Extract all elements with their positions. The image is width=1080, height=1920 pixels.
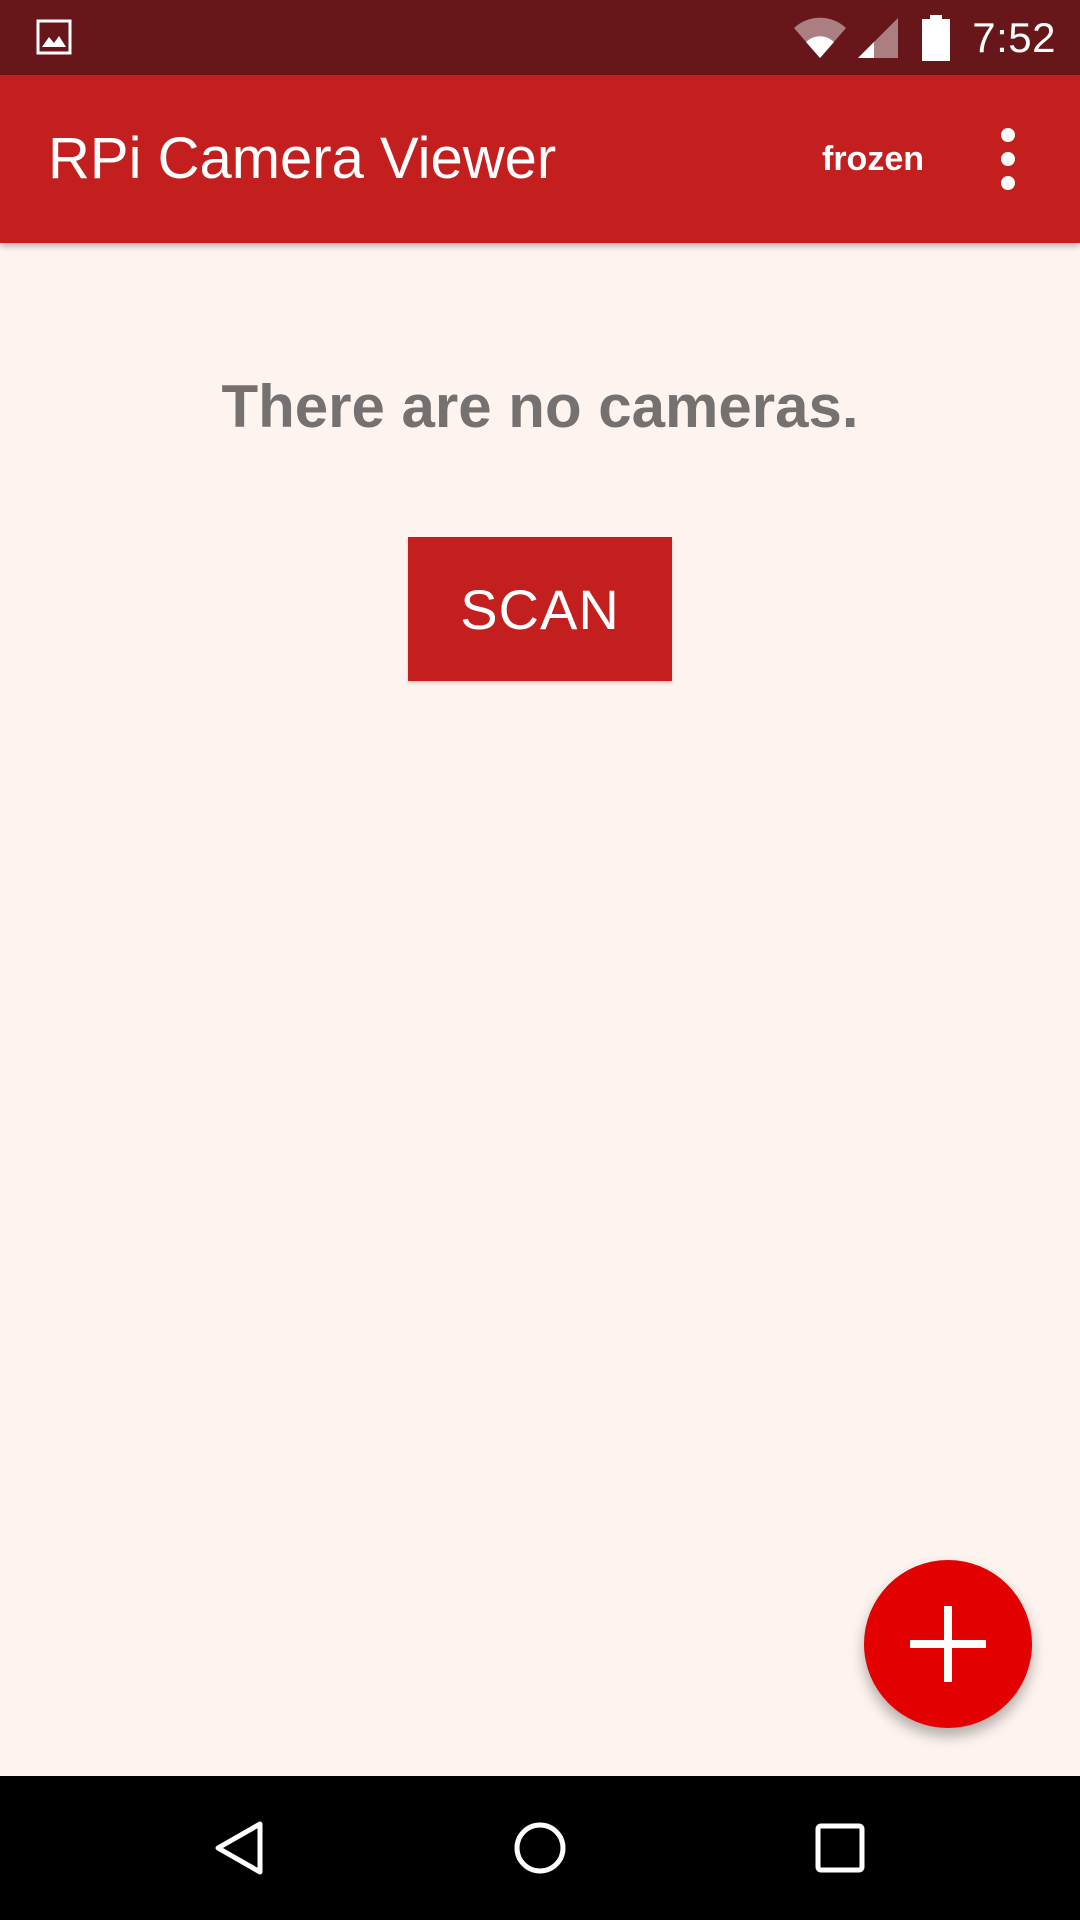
scan-button[interactable]: SCAN xyxy=(408,537,672,681)
empty-message: There are no cameras. xyxy=(221,373,859,440)
add-camera-fab[interactable] xyxy=(864,1560,1032,1728)
home-button[interactable] xyxy=(468,1776,612,1920)
image-notification-icon xyxy=(36,19,72,55)
screen: 7:52 RPi Camera Viewer frozen There are … xyxy=(0,0,1080,1920)
cell-signal-icon xyxy=(858,17,899,58)
back-button[interactable] xyxy=(168,1776,312,1920)
plus-icon xyxy=(910,1606,986,1682)
status-bar: 7:52 xyxy=(0,0,1080,75)
app-bar: RPi Camera Viewer frozen xyxy=(0,75,1080,243)
status-icons: 7:52 xyxy=(792,0,1056,75)
home-icon xyxy=(514,1822,566,1874)
frozen-action-button[interactable]: frozen xyxy=(822,75,924,243)
battery-icon xyxy=(922,14,951,61)
status-time: 7:52 xyxy=(972,13,1056,61)
recents-icon xyxy=(815,1823,865,1873)
app-title: RPi Camera Viewer xyxy=(48,126,557,191)
scan-button-label: SCAN xyxy=(460,577,620,641)
wifi-icon xyxy=(794,17,847,58)
recents-button[interactable] xyxy=(768,1776,912,1920)
more-vert-icon[interactable] xyxy=(966,117,1050,201)
nav-bar xyxy=(0,1776,1080,1920)
back-icon xyxy=(215,1821,263,1875)
